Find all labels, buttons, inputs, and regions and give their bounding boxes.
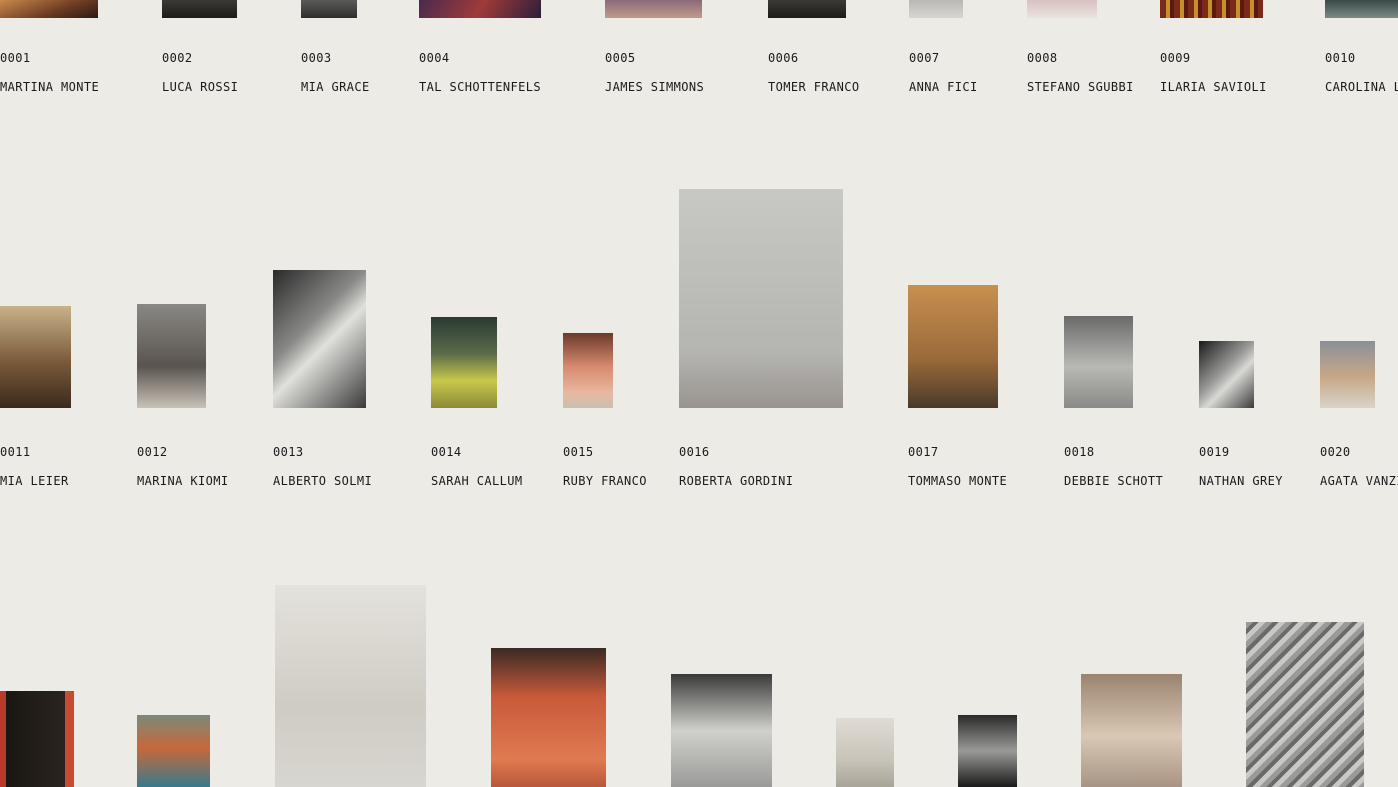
gallery-card[interactable]: 0009 ILARIA SAVIOLI	[1160, 0, 1300, 100]
card-name: ALBERTO SOLMI	[273, 474, 373, 488]
card-name: STEFANO SGUBBI	[1027, 80, 1134, 94]
photo-two-ladies-icon[interactable]	[1081, 674, 1182, 787]
gallery-card[interactable]: 0015 RUBY FRANCO	[563, 333, 663, 493]
card-number: 0020	[1320, 445, 1351, 459]
gallery-card[interactable]: 0005 JAMES SIMMONS	[605, 0, 755, 100]
card-number: 0019	[1199, 445, 1230, 459]
card-number: 0005	[605, 51, 636, 65]
photo-street-icon[interactable]	[1325, 0, 1398, 18]
card-number: 0018	[1064, 445, 1095, 459]
card-name: ILARIA SAVIOLI	[1160, 80, 1267, 94]
photo-crowd-bw-icon[interactable]	[1246, 622, 1364, 787]
card-name: SARAH CALLUM	[431, 474, 523, 488]
gallery-card[interactable]: 0013 ALBERTO SOLMI	[273, 270, 413, 495]
photo-restaurant-icon[interactable]	[0, 0, 98, 18]
photo-interior-icon[interactable]	[419, 0, 541, 18]
photo-street-kids-icon[interactable]	[1064, 316, 1133, 408]
gallery-card[interactable]: 0004 TAL SCHOTTENFELS	[419, 0, 589, 100]
card-number: 0017	[908, 445, 939, 459]
photo-hands-writing-icon[interactable]	[273, 270, 366, 408]
card-number: 0003	[301, 51, 332, 65]
card-name: MIA GRACE	[301, 80, 370, 94]
card-number: 0004	[419, 51, 450, 65]
photo-pavement-icon[interactable]	[909, 0, 963, 18]
card-number: 0009	[1160, 51, 1191, 65]
photo-man-reading-icon[interactable]	[431, 317, 497, 408]
gallery-card[interactable]: 0012 MARINA KIOMI	[137, 304, 257, 494]
gallery-card[interactable]: 0008 STEFANO SGUBBI	[1027, 0, 1152, 100]
card-name: CAROLINA L	[1325, 80, 1398, 94]
photo-cafe-counter-icon[interactable]	[0, 306, 71, 408]
photo-shadow-icon[interactable]	[768, 0, 846, 18]
photo-bench-seniors-icon[interactable]	[908, 285, 998, 408]
card-number: 0016	[679, 445, 710, 459]
photo-bw-road-icon[interactable]	[958, 715, 1017, 787]
card-number: 0001	[0, 51, 31, 65]
card-number: 0007	[909, 51, 940, 65]
card-number: 0015	[563, 445, 594, 459]
photo-couple-street-icon[interactable]	[137, 304, 206, 408]
gallery-card[interactable]: 0016 ROBERTA GORDINI	[679, 189, 849, 494]
card-name: TOMMASO MONTE	[908, 474, 1008, 488]
gallery-card[interactable]: 0010 CAROLINA L	[1325, 0, 1398, 100]
gallery-card[interactable]: 0018 DEBBIE SCHOTT	[1064, 316, 1189, 496]
card-name: TOMER FRANCO	[768, 80, 860, 94]
photo-theater-icon[interactable]	[1160, 0, 1263, 18]
card-name: ROBERTA GORDINI	[679, 474, 794, 488]
photo-portrait-icon[interactable]	[301, 0, 357, 18]
card-name: MIA LEIER	[0, 474, 69, 488]
gallery-card[interactable]: 0011 MIA LEIER	[0, 306, 120, 496]
card-number: 0010	[1325, 51, 1356, 65]
gallery-card[interactable]: 0001 MARTINA MONTE	[0, 0, 140, 100]
card-name: JAMES SIMMONS	[605, 80, 705, 94]
photo-dark-street-icon[interactable]	[162, 0, 237, 18]
photo-market-icon[interactable]	[137, 715, 210, 787]
gallery-card[interactable]: 0014 SARAH CALLUM	[431, 317, 551, 497]
card-name: AGATA VANZI	[1320, 474, 1398, 488]
card-number: 0006	[768, 51, 799, 65]
card-name: MARINA KIOMI	[137, 474, 229, 488]
card-name: NATHAN GREY	[1199, 474, 1283, 488]
photo-terrace-icon[interactable]	[1320, 341, 1375, 408]
card-number: 0008	[1027, 51, 1058, 65]
photo-legs-floor-icon[interactable]	[491, 648, 606, 787]
gallery-card[interactable]: 0006 TOMER FRANCO	[768, 0, 898, 100]
card-name: MARTINA MONTE	[0, 80, 100, 94]
photo-cinema-icon[interactable]	[0, 691, 74, 787]
gallery-card[interactable]: 0003 MIA GRACE	[301, 0, 411, 100]
gallery-card[interactable]: 0007 ANNA FICI	[909, 0, 1019, 100]
card-name: DEBBIE SCHOTT	[1064, 474, 1164, 488]
photo-lace-skirt-icon[interactable]	[671, 674, 772, 787]
gallery-card[interactable]: 0017 TOMMASO MONTE	[908, 285, 1038, 495]
photo-woman-child-icon[interactable]	[679, 189, 843, 408]
gallery-card[interactable]: 0002 LUCA ROSSI	[162, 0, 282, 100]
photo-woman-bike-icon[interactable]	[275, 585, 426, 787]
card-name: LUCA ROSSI	[162, 80, 239, 94]
card-number: 0014	[431, 445, 462, 459]
card-number: 0013	[273, 445, 304, 459]
card-number: 0011	[0, 445, 31, 459]
photo-couple-icon[interactable]	[605, 0, 702, 18]
card-name: TAL SCHOTTENFELS	[419, 80, 541, 94]
photo-man-bike-icon[interactable]	[836, 718, 894, 787]
gallery-card[interactable]: 0019 NATHAN GREY	[1199, 341, 1309, 496]
photo-storefront-icon[interactable]	[563, 333, 613, 408]
card-name: ANNA FICI	[909, 80, 978, 94]
gallery-card[interactable]: 0020 AGATA VANZI	[1320, 341, 1398, 496]
card-number: 0002	[162, 51, 193, 65]
card-number: 0012	[137, 445, 168, 459]
card-name: RUBY FRANCO	[563, 474, 647, 488]
photo-sitting-bw-icon[interactable]	[1199, 341, 1254, 408]
photo-street-icon[interactable]	[1027, 0, 1097, 18]
